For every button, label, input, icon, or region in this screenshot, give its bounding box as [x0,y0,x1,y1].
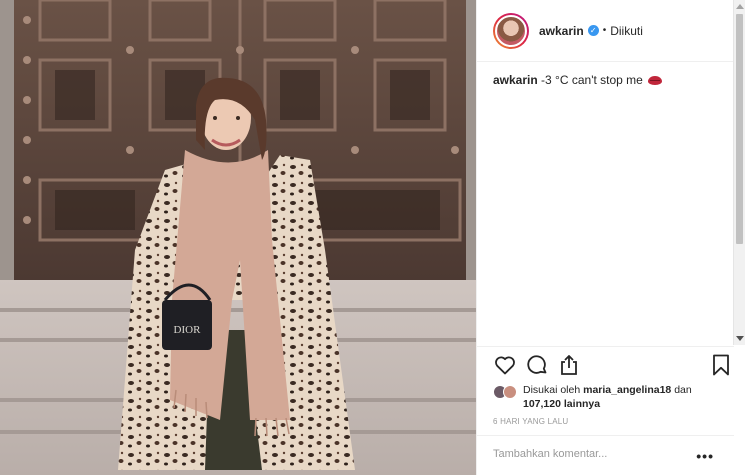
likes-summary: Disukai oleh maria_angelina18 dan 107,12… [493,383,718,411]
post-actions: Disukai oleh maria_angelina18 dan 107,12… [477,346,734,475]
lips-icon [648,76,663,86]
username-link[interactable]: awkarin [539,24,584,38]
scrollbar-thumb[interactable] [736,14,743,244]
likes-prefix: Disukai oleh [523,384,581,396]
post-photo[interactable]: DIOR [0,0,476,475]
verified-badge-icon: ✓ [587,25,599,36]
liker-avatar[interactable] [503,385,517,399]
likes-count-link[interactable]: 107,120 [523,398,561,410]
post-caption: awkarin -3 °C can't stop me [493,72,663,88]
comment-input[interactable] [493,448,673,460]
post-header: awkarin ✓ • Diikuti [477,0,734,62]
likes-suffix[interactable]: lainnya [564,398,600,410]
avatar-image [495,14,527,47]
post-sidebar: awkarin ✓ • Diikuti awkarin -3 °C can't … [476,0,745,475]
likes-and: dan [674,384,692,396]
caption-username-link[interactable]: awkarin [493,73,538,87]
liked-by-user-link[interactable]: maria_angelina18 [583,384,671,396]
comment-icon[interactable] [525,353,549,377]
scroll-down-arrow-icon[interactable] [736,336,744,341]
bag-logo-text: DIOR [174,324,202,336]
heart-icon[interactable] [493,353,517,377]
comment-bar: ••• [477,435,734,475]
profile-avatar[interactable] [493,12,529,49]
liker-avatars [493,385,517,411]
caption-text: -3 °C can't stop me [541,73,643,87]
header-separator: • [602,25,607,36]
bookmark-icon[interactable] [709,353,733,377]
likes-text: Disukai oleh maria_angelina18 dan 107,12… [523,383,718,411]
more-options-button[interactable]: ••• [696,448,714,464]
comments-scrollbar[interactable] [733,0,745,345]
action-icon-row [493,353,729,379]
post-image: DIOR [0,0,476,475]
following-status-button[interactable]: Diikuti [610,24,643,38]
share-icon[interactable] [557,353,581,377]
post-timestamp[interactable]: 6 HARI YANG LALU [493,417,568,426]
scroll-up-arrow-icon[interactable] [736,4,744,9]
